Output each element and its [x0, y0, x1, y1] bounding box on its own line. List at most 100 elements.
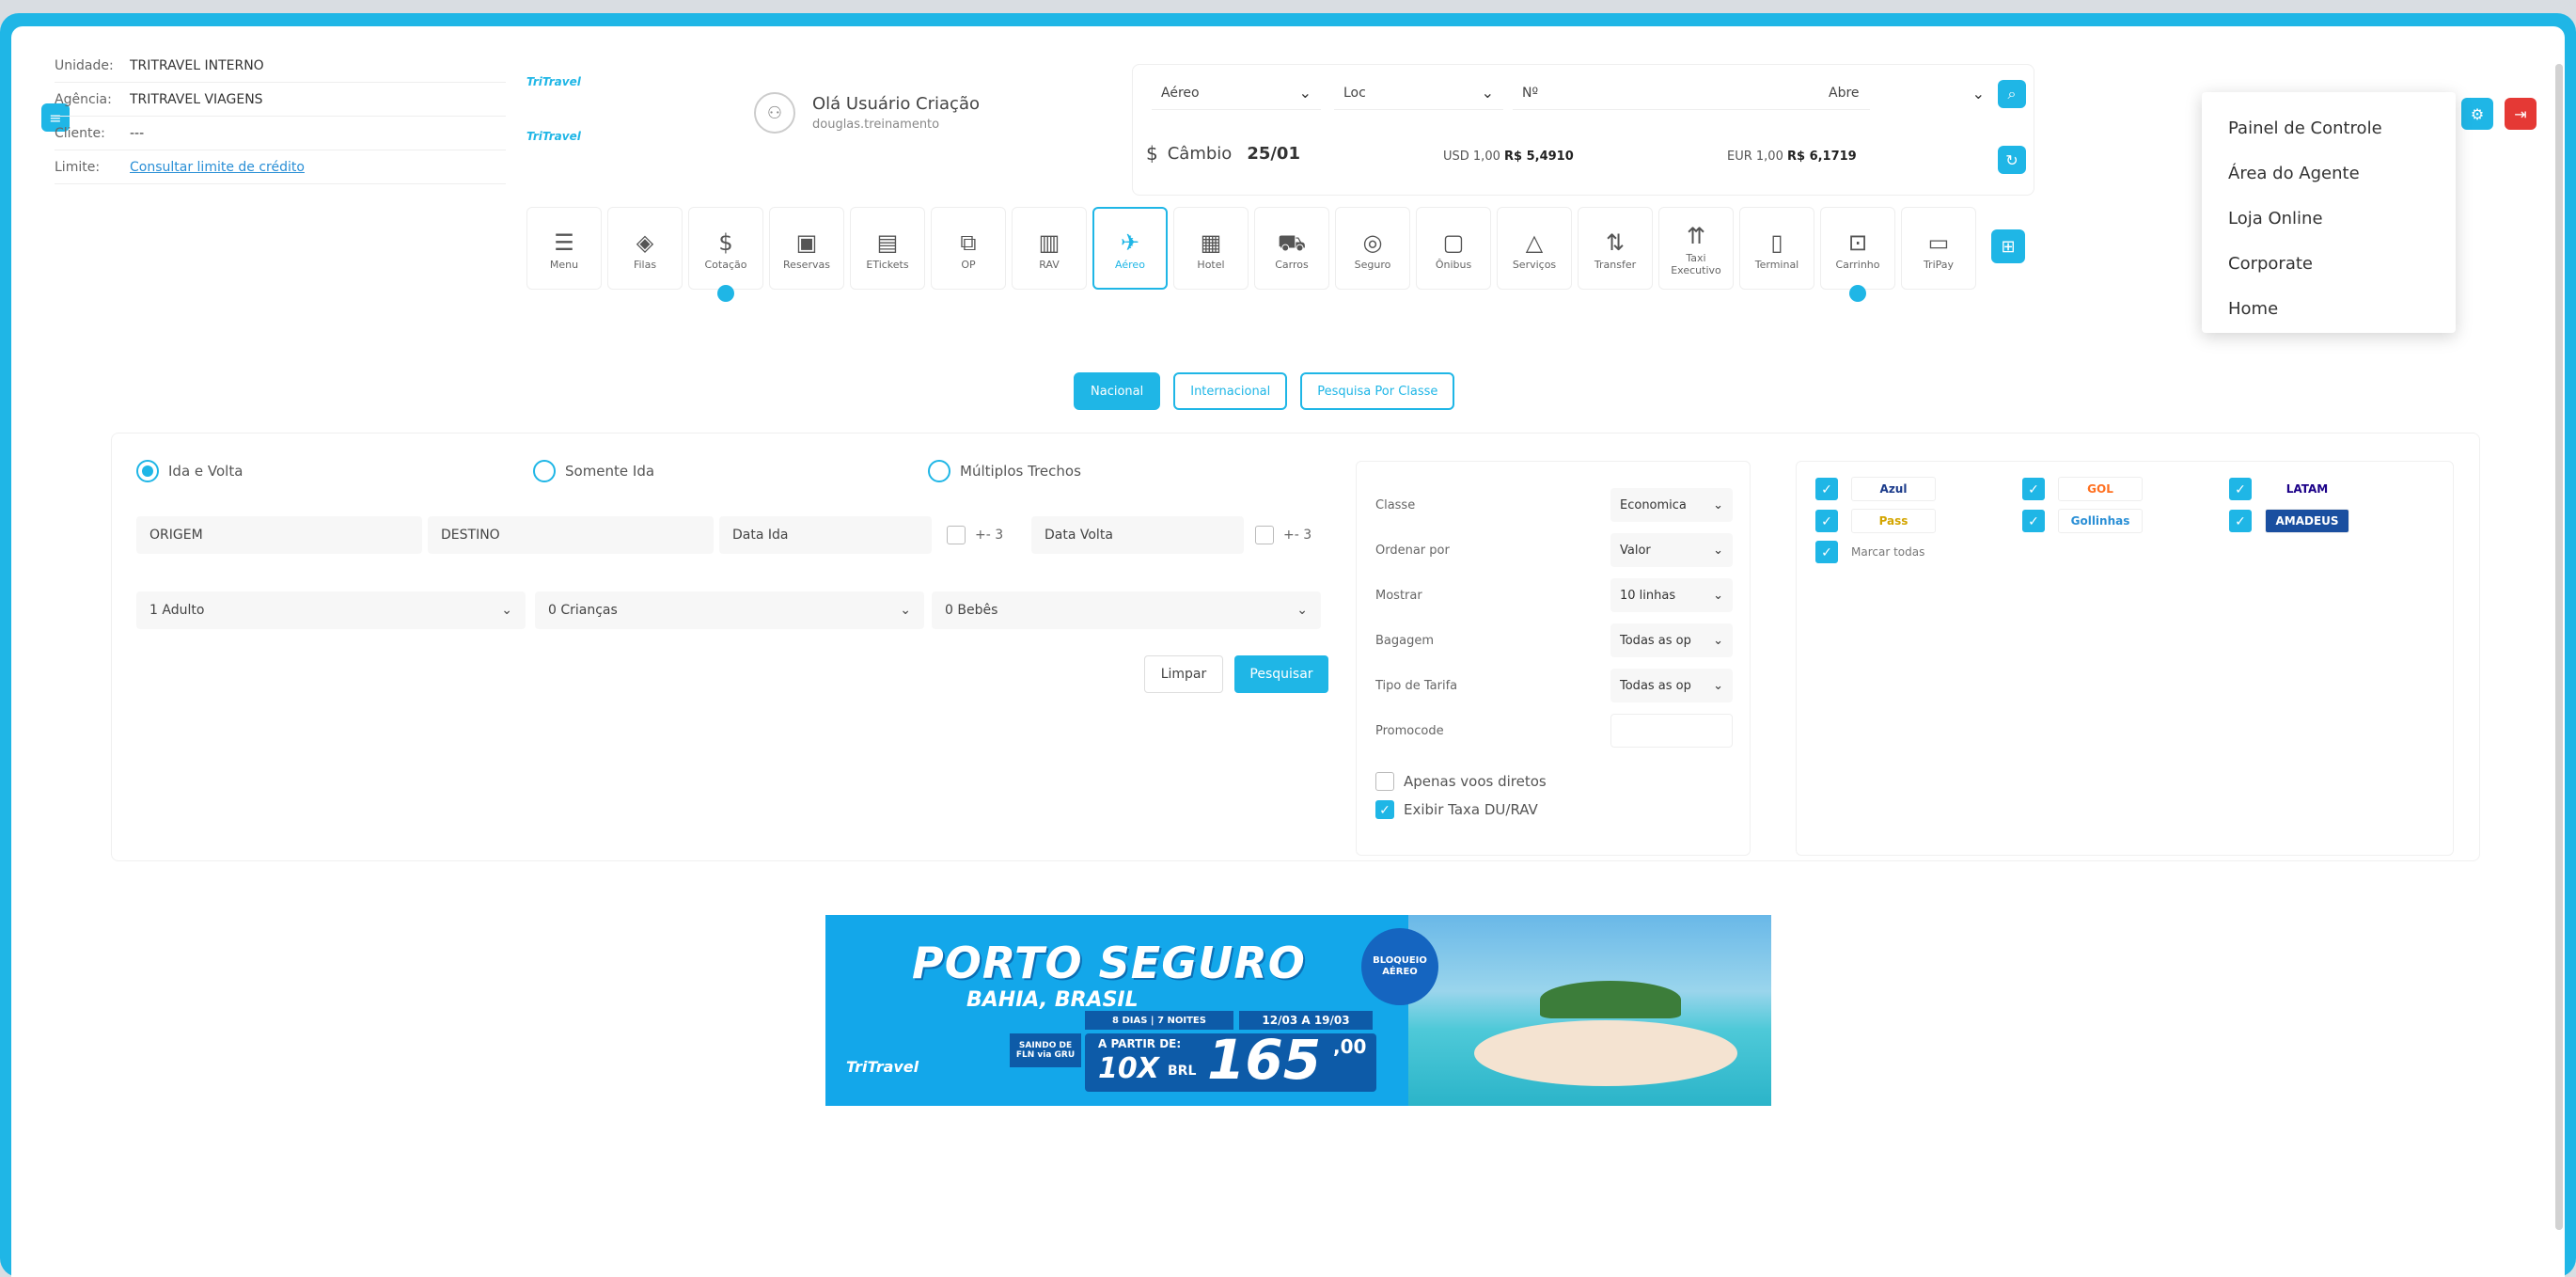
banner-logo: TriTravel: [846, 1058, 919, 1076]
product-type-select[interactable]: Aéreo ⌄: [1152, 76, 1321, 110]
origem-input[interactable]: ORIGEM: [136, 516, 422, 554]
toolbar-item-label: ETickets: [866, 258, 909, 271]
toolbar-item-taxi[interactable]: ⇈ Taxi Executivo: [1658, 207, 1734, 290]
island-image: [1540, 981, 1681, 1018]
chevron-down-icon: ⌄: [501, 603, 512, 618]
ordenar-label: Ordenar por: [1375, 543, 1450, 558]
cliente-value: ---: [130, 125, 145, 141]
ordenar-select[interactable]: Valor ⌄: [1610, 533, 1733, 567]
toolbar-item-wallet[interactable]: ▭ TriPay: [1901, 207, 1976, 290]
airline-gol[interactable]: ✓ GOL: [2022, 477, 2143, 501]
limite-row: Limite: Consultar limite de crédito: [55, 150, 506, 184]
menu-item-home[interactable]: Home: [2202, 286, 2456, 331]
wallet-icon: ▭: [1927, 229, 1950, 256]
ordenar-row: Ordenar por Valor ⌄: [1375, 529, 1733, 571]
toolbar-item-terminal[interactable]: ▯ Terminal: [1739, 207, 1814, 290]
criancas-select[interactable]: 0 Crianças ⌄: [535, 591, 924, 629]
expand-toolbar-icon[interactable]: ⊞: [1991, 229, 2025, 263]
user-greeting: Olá Usuário Criação: [812, 94, 980, 114]
vertical-scrollbar[interactable]: [2555, 64, 2563, 1230]
settings-button[interactable]: ⚙: [2461, 98, 2493, 130]
toolbar-item-layers[interactable]: ◈ Filas: [607, 207, 683, 290]
tab-nacional[interactable]: Nacional: [1074, 372, 1161, 410]
logout-button[interactable]: ⇥: [2505, 98, 2537, 130]
toolbar-item-ticket[interactable]: ▤ ETickets: [850, 207, 925, 290]
ticket-icon: ▤: [876, 229, 899, 256]
refresh-exchange-button[interactable]: ↻: [1998, 146, 2026, 174]
toolbar-item-shield[interactable]: ◎ Seguro: [1335, 207, 1410, 290]
toolbar-item-dollar[interactable]: $ Cotação: [688, 207, 763, 302]
product-toolbar: ☰ Menu ◈ Filas $ Cotação ▣ Reservas ▤ ETickets ⧉ OP…: [526, 207, 2025, 302]
tab-pesquisa-classe[interactable]: Pesquisa Por Classe: [1300, 372, 1455, 410]
taxi-icon: ⇈: [1686, 223, 1706, 249]
classe-select[interactable]: Economica ⌄: [1610, 488, 1733, 522]
chevron-down-icon: ⌄: [1713, 543, 1723, 558]
status-select[interactable]: Abre ⌄: [1819, 76, 1994, 110]
menu-item-corporate[interactable]: Corporate: [2202, 241, 2456, 286]
exibir-taxa-checkbox[interactable]: ✓ Exibir Taxa DU/RAV: [1375, 800, 1538, 819]
bebes-select[interactable]: 0 Bebês ⌄: [932, 591, 1321, 629]
menu-item-area-agente[interactable]: Área do Agente: [2202, 150, 2456, 196]
toolbar-item-bell[interactable]: △ Serviços: [1497, 207, 1572, 290]
search-locator-button[interactable]: ⌕: [1998, 80, 2026, 108]
toolbar-item-label: TriPay: [1923, 258, 1955, 271]
menu-item-loja-online[interactable]: Loja Online: [2202, 196, 2456, 241]
marcar-todas-checkbox[interactable]: ✓ Marcar todas: [1815, 541, 1924, 563]
dollar-circle-icon: $: [1146, 142, 1158, 165]
promo-banner[interactable]: PORTO SEGURO BAHIA, BRASIL BLOQUEIO AÉRE…: [825, 915, 1771, 1106]
mostrar-select[interactable]: 10 linhas ⌄: [1610, 578, 1733, 612]
page: ≡ Unidade: TRITRAVEL INTERNO Agência: TRIT…: [11, 26, 2565, 1277]
toolbar-item-label: Seguro: [1354, 258, 1391, 271]
credit-limit-link[interactable]: Consultar limite de crédito: [130, 160, 305, 175]
scrollbar-thumb[interactable]: [2555, 64, 2563, 1230]
limite-label: Limite:: [55, 159, 101, 175]
apenas-diretos-checkbox[interactable]: Apenas voos diretos: [1375, 772, 1547, 791]
airline-gollinhas[interactable]: ✓ Gollinhas: [2022, 509, 2143, 533]
airline-latam[interactable]: ✓ LATAM: [2229, 477, 2349, 501]
radio-ida-volta[interactable]: Ida e Volta: [136, 460, 243, 482]
toolbar-item-op[interactable]: ⧉ OP: [931, 207, 1006, 290]
search-mode-tabs: Nacional Internacional Pesquisa Por Clas…: [1074, 372, 1468, 410]
menu-item-painel[interactable]: Painel de Controle: [2202, 105, 2456, 150]
flex-volta-checkbox[interactable]: +- 3: [1255, 526, 1312, 544]
toolbar-item-rav[interactable]: ▥ RAV: [1012, 207, 1087, 290]
op-icon: ⧉: [960, 229, 977, 256]
airline-voepass[interactable]: ✓ Pass: [1815, 509, 1936, 533]
radio-icon: [533, 460, 556, 482]
toolbar-item-hotel[interactable]: ▦ Hotel: [1173, 207, 1249, 290]
locator-type-value: Loc: [1343, 85, 1366, 101]
adultos-select[interactable]: 1 Adulto ⌄: [136, 591, 526, 629]
destino-input[interactable]: DESTINO: [428, 516, 714, 554]
sandbar-image: [1474, 1020, 1737, 1086]
toolbar-item-car[interactable]: ⛟ Carros: [1254, 207, 1329, 290]
radio-selected-icon: [136, 460, 159, 482]
toolbar-item-plane[interactable]: ✈ Aéreo: [1092, 207, 1168, 290]
toolbar-item-transfer[interactable]: ⇅ Transfer: [1578, 207, 1653, 290]
notification-badge: [1849, 285, 1866, 302]
rav-icon: ▥: [1038, 229, 1060, 256]
data-ida-input[interactable]: Data Ida: [719, 516, 932, 554]
toolbar-item-bus[interactable]: ▢ Ônibus: [1416, 207, 1491, 290]
pesquisar-button[interactable]: Pesquisar: [1234, 655, 1328, 693]
toolbar-item-calendar[interactable]: ▣ Reservas: [769, 207, 844, 290]
tarifa-select[interactable]: Todas as op ⌄: [1610, 669, 1733, 702]
bagagem-select[interactable]: Todas as op ⌄: [1610, 623, 1733, 657]
promocode-label: Promocode: [1375, 723, 1444, 738]
bloqueio-badge: BLOQUEIO AÉREO: [1361, 928, 1438, 1005]
airline-azul[interactable]: ✓ Azul: [1815, 477, 1936, 501]
data-volta-input[interactable]: Data Volta: [1031, 516, 1244, 554]
limpar-button[interactable]: Limpar: [1144, 655, 1223, 693]
flex-ida-checkbox[interactable]: +- 3: [947, 526, 1003, 544]
locator-type-select[interactable]: Loc ⌄: [1334, 76, 1503, 110]
radio-somente-ida[interactable]: Somente Ida: [533, 460, 654, 482]
bebes-value: 0 Bebês: [945, 603, 998, 618]
toolbar-item-cart[interactable]: ⊡ Carrinho: [1820, 207, 1895, 302]
promocode-input[interactable]: [1610, 714, 1733, 748]
radio-multiplos-trechos[interactable]: Múltiplos Trechos: [928, 460, 1081, 482]
locator-number-input[interactable]: Nº: [1513, 76, 1870, 110]
toolbar-item-menu[interactable]: ☰ Menu: [526, 207, 602, 290]
tab-internacional[interactable]: Internacional: [1173, 372, 1288, 410]
menu-icon: ☰: [554, 229, 574, 256]
toolbar-item-label: Carrinho: [1835, 258, 1880, 271]
airline-amadeus[interactable]: ✓ AMADEUS: [2229, 509, 2349, 533]
